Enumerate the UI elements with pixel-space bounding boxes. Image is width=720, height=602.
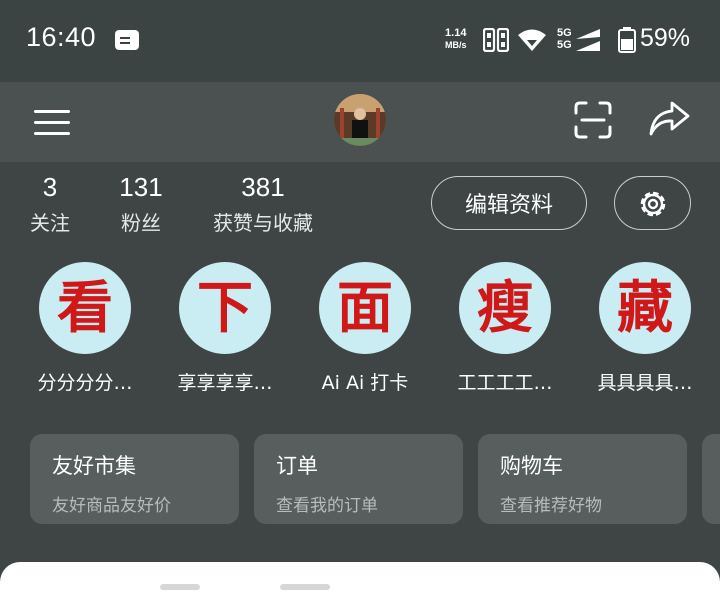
card-subtitle: 友好商品友好价 — [52, 496, 171, 516]
collection-label: 分分分分… — [37, 372, 133, 394]
battery-icon — [618, 27, 636, 53]
collection-item-2[interactable]: 下 享享享享… — [165, 262, 285, 395]
collection-thumbnail: 瘦 — [459, 262, 551, 354]
card-market[interactable]: 友好市集 友好商品友好价 — [30, 434, 239, 524]
stat-followers[interactable]: 131 粉丝 — [116, 172, 166, 236]
scan-icon[interactable] — [574, 101, 612, 139]
gear-icon — [640, 191, 666, 217]
status-bar: 16:40 1.14 MB/s 5G 5G 59% — [0, 0, 720, 82]
card-title: 购物车 — [500, 454, 563, 478]
collection-char: 藏 — [617, 275, 673, 341]
signal-icon — [576, 29, 600, 51]
collection-thumbnail: 下 — [179, 262, 271, 354]
status-time: 16:40 — [26, 22, 97, 52]
card-partial[interactable] — [702, 434, 720, 524]
edit-profile-button[interactable]: 编辑资料 — [431, 176, 587, 230]
network-speed-value: 1.14 — [445, 27, 467, 39]
collection-char: 下 — [197, 275, 253, 341]
sheet-tab-peek — [160, 584, 200, 590]
stat-following-value: 3 — [42, 172, 58, 202]
collection-item-3[interactable]: 面 Ai Ai 打卡 — [305, 262, 425, 395]
stat-following-label: 关注 — [30, 211, 70, 235]
settings-button[interactable] — [614, 176, 691, 230]
collection-label: 工工工工… — [457, 372, 553, 394]
battery-percent: 59% — [640, 24, 691, 52]
card-subtitle: 查看我的订单 — [276, 496, 378, 516]
collection-item-4[interactable]: 瘦 工工工工… — [445, 262, 565, 395]
sheet-tab-peek — [280, 584, 330, 590]
sim-icon — [483, 28, 509, 52]
stat-followers-value: 131 — [119, 172, 163, 202]
network-type-2: 5G — [557, 39, 572, 51]
collection-label: Ai Ai 打卡 — [321, 372, 409, 394]
card-orders[interactable]: 订单 查看我的订单 — [254, 434, 463, 524]
profile-header — [0, 82, 720, 162]
stat-likes-value: 381 — [241, 172, 285, 202]
stat-following[interactable]: 3 关注 — [28, 172, 72, 236]
stat-likes-label: 获赞与收藏 — [213, 211, 313, 235]
stat-followers-label: 粉丝 — [121, 211, 161, 235]
network-type-1: 5G — [557, 27, 572, 39]
collection-thumbnail: 看 — [39, 262, 131, 354]
collection-char: 面 — [337, 275, 393, 341]
collection-label: 享享享享… — [177, 372, 273, 394]
message-icon — [115, 30, 139, 50]
collection-label: 具具具具… — [597, 372, 693, 394]
stat-likes-favorites[interactable]: 381 获赞与收藏 — [211, 172, 315, 236]
collection-char: 看 — [57, 275, 113, 341]
share-icon[interactable] — [648, 99, 690, 139]
menu-icon[interactable] — [34, 108, 70, 138]
wifi-icon — [518, 29, 546, 51]
network-speed-unit: MB/s — [445, 40, 467, 50]
network-speed: 1.14 MB/s — [445, 27, 467, 51]
avatar[interactable] — [334, 94, 386, 146]
card-title: 友好市集 — [52, 454, 136, 478]
card-cart[interactable]: 购物车 查看推荐好物 — [478, 434, 687, 524]
collection-item-1[interactable]: 看 分分分分… — [25, 262, 145, 395]
content-sheet — [0, 562, 720, 602]
card-subtitle: 查看推荐好物 — [500, 496, 602, 516]
collection-item-5[interactable]: 藏 具具具具… — [585, 262, 705, 395]
collection-thumbnail: 面 — [319, 262, 411, 354]
card-title: 订单 — [276, 454, 318, 478]
network-type: 5G 5G — [557, 27, 572, 51]
collection-char: 瘦 — [477, 275, 533, 341]
collection-thumbnail: 藏 — [599, 262, 691, 354]
